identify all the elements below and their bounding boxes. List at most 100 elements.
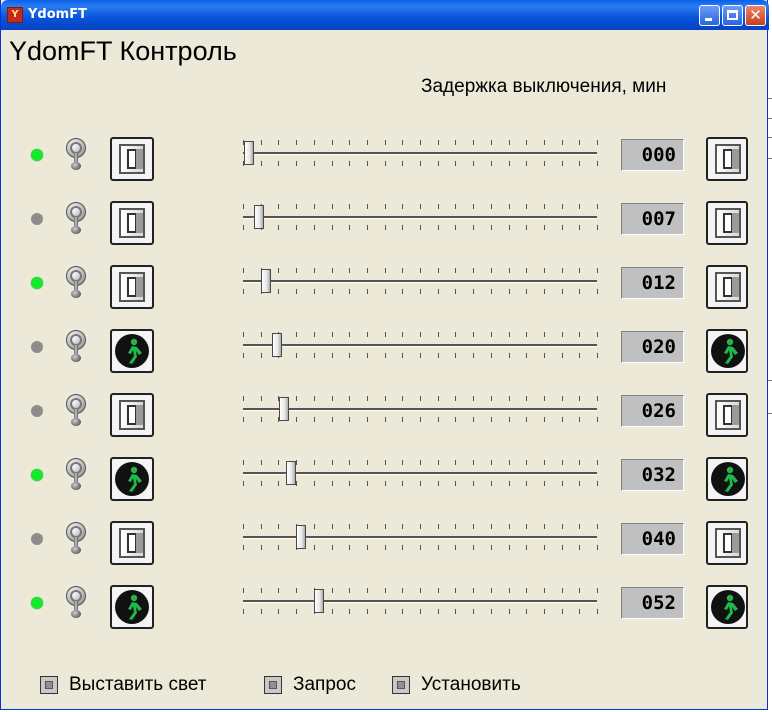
edge-divider (768, 98, 772, 99)
slider-tick (597, 353, 598, 358)
slider-tick (367, 204, 368, 209)
delay-slider[interactable] (241, 524, 601, 554)
slider-thumb[interactable] (254, 205, 264, 229)
slider-tick (420, 289, 421, 294)
rocker-shade (732, 277, 739, 297)
state-indicator[interactable] (110, 137, 154, 181)
set-state-button[interactable] (706, 585, 748, 629)
slider-thumb[interactable] (314, 589, 324, 613)
delay-slider[interactable] (241, 268, 601, 298)
set-state-button[interactable] (706, 137, 748, 181)
slider-tick (597, 396, 598, 401)
state-indicator[interactable] (110, 457, 154, 501)
slider-tick (367, 588, 368, 593)
slider-thumb[interactable] (244, 141, 254, 165)
set-state-button[interactable] (706, 201, 748, 245)
set-state-button[interactable] (706, 265, 748, 309)
slider-tick (314, 460, 315, 465)
state-indicator[interactable] (110, 201, 154, 245)
slider-tick (544, 588, 545, 593)
slider-tick (402, 524, 403, 529)
set-state-button[interactable] (706, 521, 748, 565)
slider-tick (438, 609, 439, 614)
toggle-switch-icon[interactable] (64, 456, 88, 490)
rocker-shade (136, 533, 143, 553)
control-row: 007 (1, 188, 769, 252)
slider-tick (332, 332, 333, 337)
slider-track (243, 280, 597, 283)
slider-tick (243, 396, 244, 401)
slider-tick (562, 396, 563, 401)
slider-thumb[interactable] (296, 525, 306, 549)
slider-tick (243, 460, 244, 465)
toggle-switch-icon[interactable] (64, 584, 88, 618)
slider-tick (579, 140, 580, 145)
toggle-switch-icon[interactable] (64, 520, 88, 554)
set-state-button[interactable] (706, 457, 748, 501)
slider-tick (455, 481, 456, 486)
state-indicator[interactable] (110, 265, 154, 309)
slider-tick (491, 289, 492, 294)
slider-thumb[interactable] (279, 397, 289, 421)
slider-tick (385, 609, 386, 614)
slider-tick (473, 545, 474, 550)
toggle-switch-icon[interactable] (64, 264, 88, 298)
set-state-button[interactable] (706, 329, 748, 373)
slider-tick (579, 204, 580, 209)
slider-tick (296, 332, 297, 337)
install-label: Установить (421, 674, 521, 695)
delay-slider[interactable] (241, 204, 601, 234)
slider-thumb[interactable] (261, 269, 271, 293)
state-indicator[interactable] (110, 329, 154, 373)
slider-tick (455, 225, 456, 230)
close-button[interactable]: ✕ (745, 5, 766, 26)
title-bar[interactable]: Y YdomFT ✕ (1, 0, 769, 30)
slider-tick (526, 161, 527, 166)
slider-tick (438, 289, 439, 294)
slider-tick (562, 268, 563, 273)
maximize-button[interactable] (722, 5, 743, 26)
slider-tick (402, 481, 403, 486)
slider-tick (579, 417, 580, 422)
state-indicator[interactable] (110, 585, 154, 629)
slider-thumb[interactable] (272, 333, 282, 357)
toggle-switch-icon[interactable] (64, 328, 88, 362)
slider-tick (243, 545, 244, 550)
slider-tick (278, 524, 279, 529)
slider-tick (597, 460, 598, 465)
slider-tick (438, 460, 439, 465)
slider-tick (526, 204, 527, 209)
slider-tick (385, 481, 386, 486)
toggle-switch-icon[interactable] (64, 392, 88, 426)
slider-tick (332, 140, 333, 145)
delay-slider[interactable] (241, 140, 601, 170)
slider-tick (491, 396, 492, 401)
delay-slider[interactable] (241, 460, 601, 490)
minimize-button[interactable] (699, 5, 720, 26)
delay-slider[interactable] (241, 588, 601, 618)
slider-thumb[interactable] (286, 461, 296, 485)
slider-tick (526, 332, 527, 337)
slider-tick (455, 332, 456, 337)
slider-tick (562, 225, 563, 230)
slider-tick (349, 417, 350, 422)
slider-tick (579, 588, 580, 593)
slider-tick (243, 332, 244, 337)
slider-tick (473, 588, 474, 593)
state-indicator[interactable] (110, 393, 154, 437)
slider-tick (243, 609, 244, 614)
delay-slider[interactable] (241, 332, 601, 362)
slider-tick (562, 460, 563, 465)
status-led (31, 405, 43, 417)
toggle-switch-icon[interactable] (64, 200, 88, 234)
slider-tick (526, 481, 527, 486)
slider-tick (261, 545, 262, 550)
slider-tick (473, 524, 474, 529)
toggle-switch-icon[interactable] (64, 136, 88, 170)
slider-tick (491, 481, 492, 486)
state-indicator[interactable] (110, 521, 154, 565)
slider-tick (473, 332, 474, 337)
delay-slider[interactable] (241, 396, 601, 426)
slider-tick (509, 545, 510, 550)
set-state-button[interactable] (706, 393, 748, 437)
